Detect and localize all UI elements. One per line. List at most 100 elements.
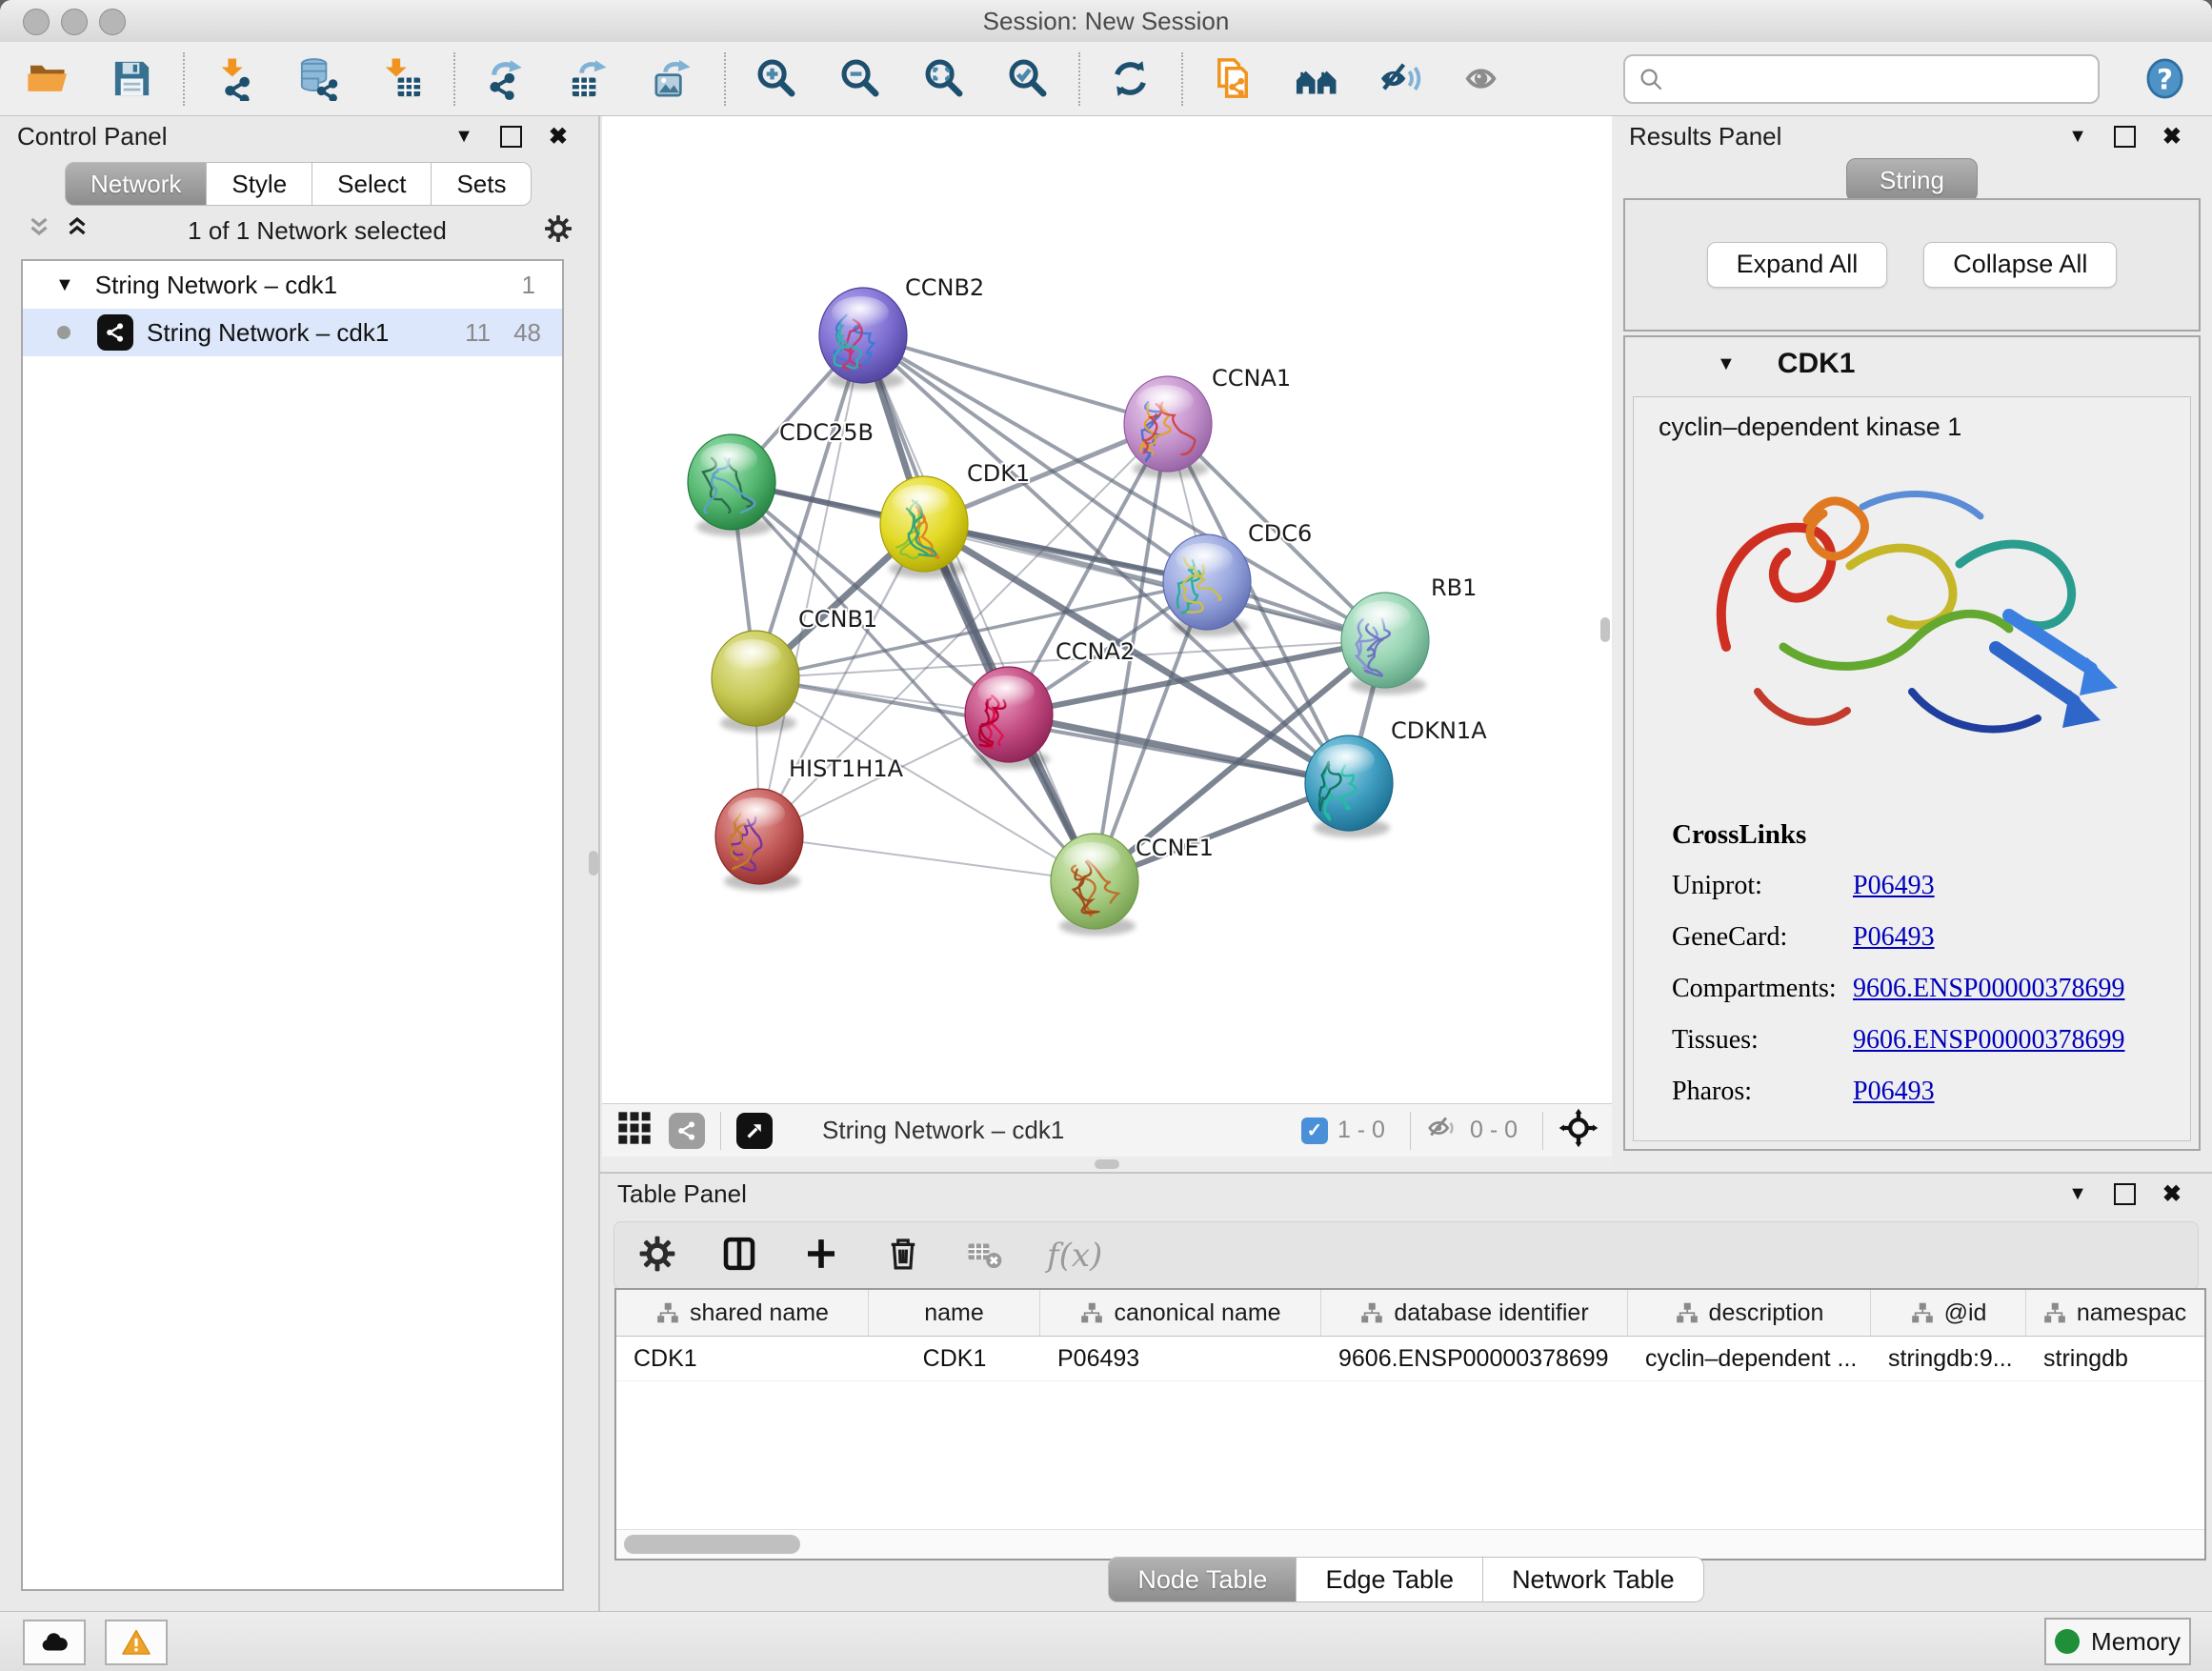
gene-collapse-icon[interactable]: ▼ xyxy=(1717,353,1736,375)
column-header-id[interactable]: @id xyxy=(1871,1290,2026,1336)
tab-node-table[interactable]: Node Table xyxy=(1108,1557,1297,1602)
cell-id[interactable]: stringdb:9... xyxy=(1871,1337,2026,1380)
network-node-CDK1[interactable] xyxy=(880,476,968,578)
hidden-eye-slash-icon[interactable] xyxy=(1426,1111,1460,1150)
zoom-in-icon[interactable] xyxy=(751,54,800,104)
help-icon[interactable]: ? xyxy=(2140,54,2189,104)
import-network-database-icon[interactable] xyxy=(293,54,343,104)
splitter-grip[interactable] xyxy=(1095,1159,1119,1169)
zoom-out-icon[interactable] xyxy=(835,54,884,104)
crosslink-pharos[interactable]: P06493 xyxy=(1853,1066,1935,1117)
panel-menu-icon[interactable]: ▼ xyxy=(2068,126,2087,148)
tab-sets[interactable]: Sets xyxy=(432,162,532,206)
network-node-HIST1H1A[interactable] xyxy=(715,789,803,891)
duplicate-network-icon[interactable] xyxy=(1208,54,1257,104)
collapse-all-networks-icon[interactable] xyxy=(25,214,53,248)
network-collection-row[interactable]: ▼ String Network – cdk1 1 xyxy=(23,261,562,309)
column-header-database-identifier[interactable]: database identifier xyxy=(1321,1290,1628,1336)
import-network-file-icon[interactable] xyxy=(210,54,259,104)
network-node-CCNB1[interactable] xyxy=(712,631,799,733)
float-panel-icon[interactable] xyxy=(500,126,522,148)
memory-button[interactable]: Memory xyxy=(2044,1618,2191,1665)
close-panel-icon[interactable]: ✖ xyxy=(2162,123,2182,151)
column-header-canonical-name[interactable]: canonical name xyxy=(1040,1290,1321,1336)
scrollbar-thumb[interactable] xyxy=(624,1535,800,1554)
crosslink-uniprot[interactable]: P06493 xyxy=(1853,860,1935,912)
right-splitter-grip[interactable] xyxy=(1600,617,1610,642)
column-header-shared-name[interactable]: shared name xyxy=(616,1290,869,1336)
collapse-all-button[interactable]: Collapse All xyxy=(1923,242,2117,288)
left-splitter-grip[interactable] xyxy=(589,851,598,876)
table-row[interactable]: CDK1 CDK1 P06493 9606.ENSP00000378699 cy… xyxy=(616,1337,2204,1381)
collection-count: 1 xyxy=(522,271,535,300)
cell-name[interactable]: CDK1 xyxy=(869,1337,1040,1380)
expand-all-button[interactable]: Expand All xyxy=(1707,242,1888,288)
collection-expand-icon[interactable]: ▼ xyxy=(55,274,74,296)
import-table-file-icon[interactable] xyxy=(377,54,427,104)
tab-edge-table[interactable]: Edge Table xyxy=(1297,1557,1483,1602)
delete-column-trash-icon[interactable] xyxy=(883,1234,923,1278)
close-panel-icon[interactable]: ✖ xyxy=(549,123,568,151)
horizontal-splitter[interactable] xyxy=(602,1157,1612,1172)
cell-shared-name[interactable]: CDK1 xyxy=(616,1337,869,1380)
export-network-icon[interactable] xyxy=(480,54,530,104)
network-row[interactable]: String Network – cdk1 11 48 xyxy=(23,309,562,356)
detach-view-icon[interactable] xyxy=(736,1113,773,1149)
network-canvas[interactable]: CCNB2CCNA1CDC25BCDK1CDC6RB1CCNB1CCNA2CDK… xyxy=(602,116,1612,1103)
tab-style[interactable]: Style xyxy=(207,162,312,206)
panel-menu-icon[interactable]: ▼ xyxy=(2068,1183,2087,1205)
tab-network[interactable]: Network xyxy=(65,162,207,206)
network-node-CDC25B[interactable] xyxy=(688,434,775,536)
gene-result-card: ▼ CDK1 cyclin–dependent kinase 1 xyxy=(1623,335,2201,1151)
string-view-icon[interactable] xyxy=(669,1113,705,1149)
float-panel-icon[interactable] xyxy=(2114,1183,2136,1205)
column-header-namespace[interactable]: namespac xyxy=(2026,1290,2202,1336)
network-node-CCNB2[interactable] xyxy=(819,288,907,390)
tab-string[interactable]: String xyxy=(1846,158,1978,202)
search-input[interactable] xyxy=(1665,65,2086,93)
zoom-fit-content-icon[interactable] xyxy=(918,54,968,104)
float-panel-icon[interactable] xyxy=(2114,126,2136,148)
network-node-CCNE1[interactable] xyxy=(1051,834,1138,936)
column-header-name[interactable]: name xyxy=(869,1290,1040,1336)
table-options-gear-icon[interactable] xyxy=(637,1234,677,1278)
network-node-CDC6[interactable] xyxy=(1163,534,1251,636)
crosslink-genecard[interactable]: P06493 xyxy=(1853,912,1935,963)
network-node-CCNA1[interactable] xyxy=(1124,376,1212,478)
network-node-RB1[interactable] xyxy=(1341,593,1429,695)
tab-select[interactable]: Select xyxy=(312,162,432,206)
warnings-button[interactable] xyxy=(105,1620,168,1665)
network-node-CDKN1A[interactable] xyxy=(1305,735,1393,837)
cell-description[interactable]: cyclin–dependent ... xyxy=(1628,1337,1871,1380)
cell-database-identifier[interactable]: 9606.ENSP00000378699 xyxy=(1321,1337,1628,1380)
network-overview-homes-icon[interactable] xyxy=(1292,54,1341,104)
show-columns-icon[interactable] xyxy=(719,1234,759,1278)
open-session-icon[interactable] xyxy=(23,54,72,104)
edge-HIST1H1A-CCNE1[interactable] xyxy=(759,836,1095,881)
hide-selection-eye-slash-icon[interactable] xyxy=(1376,54,1425,104)
table-horizontal-scrollbar[interactable] xyxy=(616,1529,2204,1559)
cell-canonical-name[interactable]: P06493 xyxy=(1040,1337,1321,1380)
refresh-icon[interactable] xyxy=(1105,54,1155,104)
close-panel-icon[interactable]: ✖ xyxy=(2162,1180,2182,1208)
expand-all-networks-icon[interactable] xyxy=(63,214,91,248)
save-session-icon[interactable] xyxy=(107,54,156,104)
zoom-selected-icon[interactable] xyxy=(1002,54,1052,104)
window-title: Session: New Session xyxy=(0,0,2212,42)
cloud-status-button[interactable] xyxy=(23,1620,86,1665)
export-image-icon[interactable] xyxy=(648,54,697,104)
birds-eye-view-icon[interactable] xyxy=(1558,1108,1599,1153)
network-label: String Network – cdk1 xyxy=(147,318,389,348)
column-header-description[interactable]: description xyxy=(1628,1290,1871,1336)
add-column-icon[interactable] xyxy=(801,1234,841,1278)
search-box[interactable] xyxy=(1623,54,2100,104)
panel-menu-icon[interactable]: ▼ xyxy=(454,126,473,148)
crosslink-tissues[interactable]: 9606.ENSP00000378699 xyxy=(1853,1015,2124,1066)
export-table-icon[interactable] xyxy=(564,54,613,104)
grid-view-icon[interactable] xyxy=(615,1109,654,1152)
network-options-gear-icon[interactable] xyxy=(543,213,573,249)
selected-count-checkbox-icon[interactable]: ✓ xyxy=(1301,1117,1328,1144)
cell-namespace[interactable]: stringdb xyxy=(2026,1337,2202,1380)
crosslink-compartments[interactable]: 9606.ENSP00000378699 xyxy=(1853,963,2124,1015)
tab-network-table[interactable]: Network Table xyxy=(1483,1557,1704,1602)
